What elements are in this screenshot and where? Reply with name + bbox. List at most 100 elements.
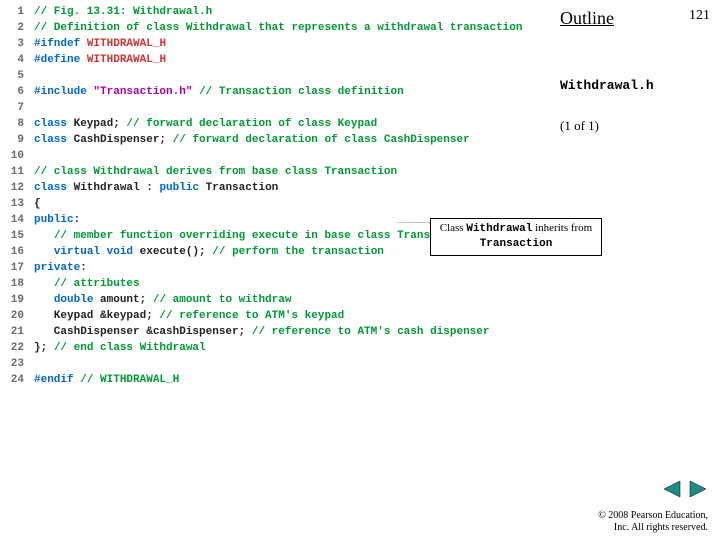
line-number: 15 xyxy=(0,228,24,244)
code-line: 6 #include "Transaction.h" // Transaction… xyxy=(0,84,555,100)
code-token: : xyxy=(74,214,81,226)
code-line: 20 Keypad &keypad; // reference to ATM's… xyxy=(0,308,555,324)
line-number: 6 xyxy=(0,84,24,100)
code-line: 12class Withdrawal : public Transaction xyxy=(0,180,555,196)
code-token: #include xyxy=(34,86,87,98)
line-number: 12 xyxy=(0,180,24,196)
code-line: 7 xyxy=(0,100,555,116)
copyright: © 2008 Pearson Education, Inc. All right… xyxy=(598,510,708,534)
code-token: class xyxy=(34,134,74,146)
line-number: 5 xyxy=(0,68,24,84)
code-line: 2 // Definition of class Withdrawal that … xyxy=(0,20,555,36)
code-listing: 1// Fig. 13.31: Withdrawal.h2 // Definiti… xyxy=(0,0,555,388)
line-number: 24 xyxy=(0,372,24,388)
code-token: WITHDRAWAL_H xyxy=(87,54,166,66)
page-number: 121 xyxy=(689,8,710,24)
code-token: Keypad &keypad; xyxy=(34,310,159,322)
line-number: 4 xyxy=(0,52,24,68)
line-number: 1 xyxy=(0,4,24,20)
source-filename: Withdrawal.h xyxy=(560,78,654,93)
outline-label: Outline xyxy=(560,8,614,28)
code-token: // forward declaration of class CashDisp… xyxy=(173,134,470,146)
line-number: 22 xyxy=(0,340,24,356)
code-line: 4 #define WITHDRAWAL_H xyxy=(0,52,555,68)
code-token: private xyxy=(34,262,80,274)
code-token: // reference to ATM's cash dispenser xyxy=(252,326,490,338)
code-line: 19 double amount; // amount to withdraw xyxy=(0,292,555,308)
line-number: 7 xyxy=(0,100,24,116)
line-number: 9 xyxy=(0,132,24,148)
code-line: 24#endif // WITHDRAWAL_H xyxy=(0,372,555,388)
copyright-line-1: © 2008 Pearson Education, xyxy=(598,510,708,522)
code-token: #define xyxy=(34,54,80,66)
code-token: #endif xyxy=(34,374,74,386)
code-token: execute(); xyxy=(140,246,213,258)
line-number: 21 xyxy=(0,324,24,340)
code-line: 1// Fig. 13.31: Withdrawal.h xyxy=(0,4,555,20)
callout-text-mid: inherits from xyxy=(532,222,592,234)
code-line: 5 xyxy=(0,68,555,84)
code-line: 11 // class Withdrawal derives from base … xyxy=(0,164,555,180)
code-token: // perform the transaction xyxy=(212,246,384,258)
line-number: 8 xyxy=(0,116,24,132)
code-token: // attributes xyxy=(54,278,140,290)
nav-buttons xyxy=(660,479,708,504)
code-token xyxy=(34,246,54,258)
code-token: // amount to withdraw xyxy=(153,294,292,306)
code-token xyxy=(34,278,54,290)
code-line: 13{ xyxy=(0,196,555,212)
code-token: Transaction xyxy=(206,182,279,194)
code-token: // member function overriding execute in… xyxy=(54,230,470,242)
code-line: 21 CashDispenser &cashDispenser; // refe… xyxy=(0,324,555,340)
callout-class-2: Transaction xyxy=(480,238,553,250)
code-token: Withdrawal : xyxy=(74,182,160,194)
code-token: // Definition of class Withdrawal that r… xyxy=(34,22,522,34)
next-icon[interactable] xyxy=(688,479,708,499)
code-token: // reference to ATM's keypad xyxy=(159,310,344,322)
code-line: 10 xyxy=(0,148,555,164)
code-token: class xyxy=(34,118,74,130)
code-line: 3 #ifndef WITHDRAWAL_H xyxy=(0,36,555,52)
prev-icon[interactable] xyxy=(662,479,682,499)
line-number: 20 xyxy=(0,308,24,324)
code-token: CashDispenser &cashDispenser; xyxy=(34,326,252,338)
code-token: double xyxy=(54,294,100,306)
code-token: "Transaction.h" xyxy=(93,86,192,98)
callout-class-1: Withdrawal xyxy=(466,223,532,235)
code-token xyxy=(80,54,87,66)
code-token xyxy=(34,230,54,242)
callout-arrow xyxy=(270,222,430,224)
code-token: // forward declaration of class Keypad xyxy=(126,118,377,130)
line-number: 10 xyxy=(0,148,24,164)
code-line: 9class CashDispenser; // forward declara… xyxy=(0,132,555,148)
copyright-line-2: Inc. All rights reserved. xyxy=(598,522,708,534)
code-token: #ifndef xyxy=(34,38,80,50)
code-token xyxy=(34,294,54,306)
line-number: 18 xyxy=(0,276,24,292)
line-number: 3 xyxy=(0,36,24,52)
line-number: 2 xyxy=(0,20,24,36)
code-token: // end class Withdrawal xyxy=(54,342,206,354)
code-line: 22}; // end class Withdrawal xyxy=(0,340,555,356)
page-counter: (1 of 1) xyxy=(560,118,599,134)
outline-heading: Outline xyxy=(560,8,710,29)
code-token: public xyxy=(34,214,74,226)
code-token: WITHDRAWAL_H xyxy=(87,38,166,50)
code-token: : xyxy=(80,262,87,274)
line-number: 17 xyxy=(0,260,24,276)
line-number: 14 xyxy=(0,212,24,228)
line-number: 11 xyxy=(0,164,24,180)
code-token: // class Withdrawal derives from base cl… xyxy=(34,166,397,178)
inheritance-callout: Class Withdrawal inherits from Transacti… xyxy=(430,218,602,256)
line-number: 13 xyxy=(0,196,24,212)
code-token: Keypad; xyxy=(74,118,127,130)
code-line: 23 xyxy=(0,356,555,372)
code-token: // Transaction class definition xyxy=(199,86,404,98)
line-number: 16 xyxy=(0,244,24,260)
code-token: public xyxy=(159,182,205,194)
code-line: 18 // attributes xyxy=(0,276,555,292)
code-token: virtual void xyxy=(54,246,140,258)
callout-text-pre: Class xyxy=(440,222,467,234)
line-number: 23 xyxy=(0,356,24,372)
code-token xyxy=(80,38,87,50)
